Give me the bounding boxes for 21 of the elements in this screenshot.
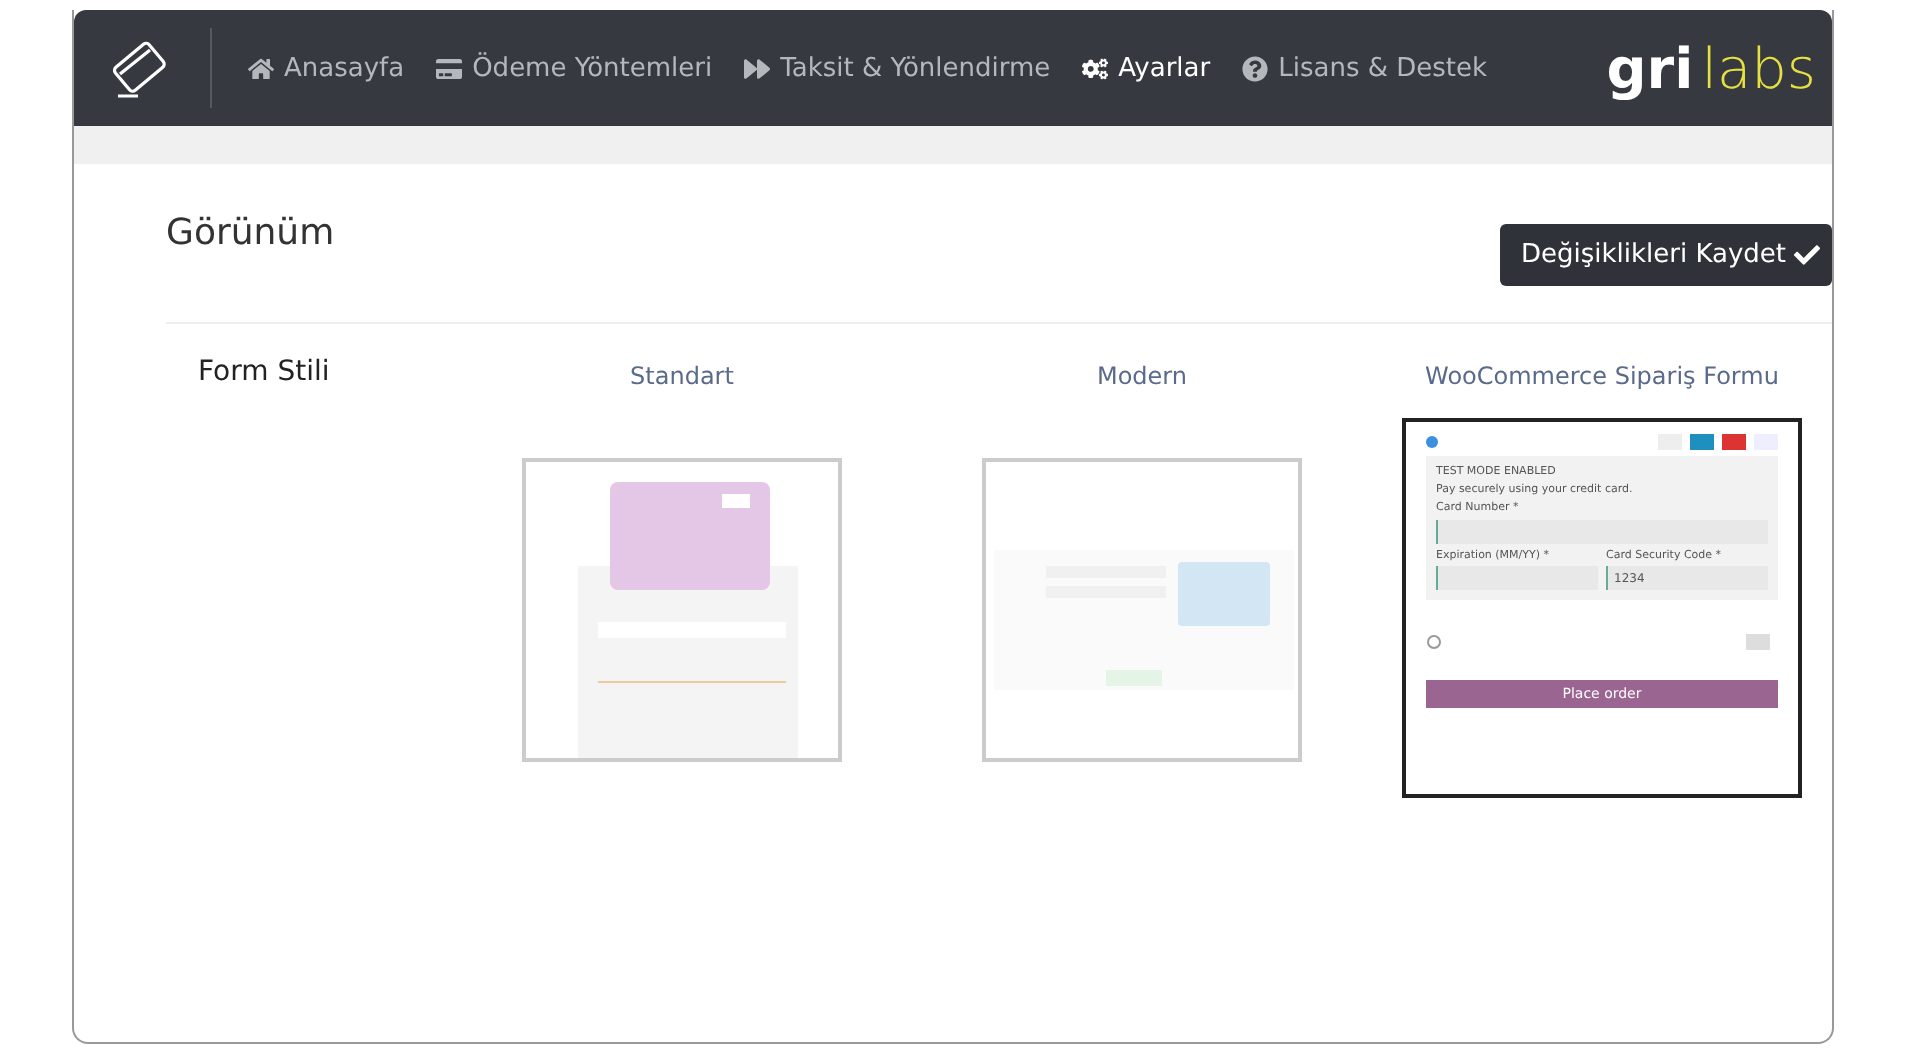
home-icon — [248, 55, 274, 81]
section-title: Görünüm — [166, 212, 335, 254]
logo-text: labs — [1701, 35, 1816, 101]
nav-link[interactable]: Lisans & Destek — [1242, 53, 1488, 83]
nav-link[interactable]: Anasayfa — [248, 53, 405, 83]
nav-link[interactable]: Ayarlar — [1082, 53, 1211, 83]
radio-icon — [1426, 436, 1438, 448]
style-option-label[interactable]: Standart — [630, 362, 734, 390]
gears-icon — [1082, 55, 1109, 81]
save-button[interactable]: Değişiklikleri Kaydet — [1500, 224, 1832, 286]
card-logos-icon — [1658, 434, 1778, 450]
help-icon — [1242, 55, 1269, 81]
nav-link[interactable]: Ödeme Yöntemleri — [436, 53, 713, 83]
fast-forward-icon — [744, 55, 771, 81]
credit-card-icon — [436, 55, 463, 81]
style-option-label[interactable]: WooCommerce Sipariş Formu — [1425, 362, 1779, 390]
field-label: Form Stili — [196, 356, 332, 392]
check-icon — [1794, 242, 1820, 268]
style-option-label[interactable]: Modern — [1096, 362, 1188, 390]
logo-text: gri — [1606, 35, 1694, 101]
nav-link[interactable]: Taksit & Yönlendirme — [744, 53, 1051, 83]
